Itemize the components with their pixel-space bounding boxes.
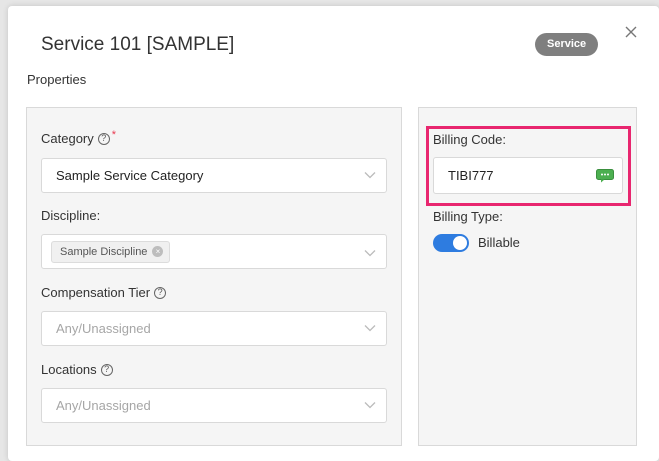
billing-type-label: Billing Type: — [433, 209, 503, 224]
discipline-label: Discipline: — [41, 208, 101, 223]
help-icon[interactable]: ? — [154, 286, 167, 299]
service-modal: Service 101 [SAMPLE] Service Properties … — [8, 6, 659, 461]
category-select-value: Sample Service Category — [56, 168, 204, 183]
compensation-tier-label: Compensation Tier — [41, 285, 151, 300]
compensation-tier-select[interactable]: Any/Unassigned — [41, 311, 387, 346]
chevron-down-icon — [364, 172, 376, 179]
close-icon[interactable] — [623, 24, 639, 40]
chevron-down-icon — [364, 402, 376, 409]
chevron-down-icon — [364, 325, 376, 332]
compensation-tier-label-group: Compensation Tier ? — [41, 285, 167, 300]
locations-select[interactable]: Any/Unassigned — [41, 388, 387, 423]
discipline-chip-label: Sample Discipline — [60, 245, 148, 258]
section-label-properties: Properties — [27, 72, 87, 87]
required-asterisk: * — [111, 128, 117, 141]
locations-placeholder: Any/Unassigned — [56, 398, 151, 413]
help-icon[interactable]: ? — [100, 363, 113, 376]
discipline-multiselect[interactable]: Sample Discipline × — [41, 234, 387, 269]
category-select[interactable]: Sample Service Category — [41, 158, 387, 193]
properties-panel: Category ? * Sample Service Category Dis… — [26, 107, 402, 446]
locations-label: Locations — [41, 362, 97, 377]
locations-label-group: Locations ? — [41, 362, 113, 377]
help-icon[interactable]: ? — [97, 132, 110, 145]
billing-type-label-group: Billing Type: — [433, 209, 503, 224]
billable-toggle[interactable] — [433, 234, 469, 252]
billable-toggle-label: Billable — [478, 235, 520, 250]
category-label: Category — [41, 131, 94, 146]
discipline-chip: Sample Discipline × — [51, 240, 171, 263]
billing-code-highlight — [426, 126, 631, 206]
modal-title: Service 101 [SAMPLE] — [41, 34, 235, 55]
chip-remove-icon[interactable]: × — [152, 246, 164, 257]
category-label-group: Category ? * — [41, 128, 117, 147]
toggle-knob — [453, 236, 467, 250]
service-type-badge: Service — [535, 33, 599, 56]
compensation-tier-placeholder: Any/Unassigned — [56, 321, 151, 336]
discipline-label-group: Discipline: — [41, 208, 100, 223]
chevron-down-icon — [364, 250, 376, 257]
